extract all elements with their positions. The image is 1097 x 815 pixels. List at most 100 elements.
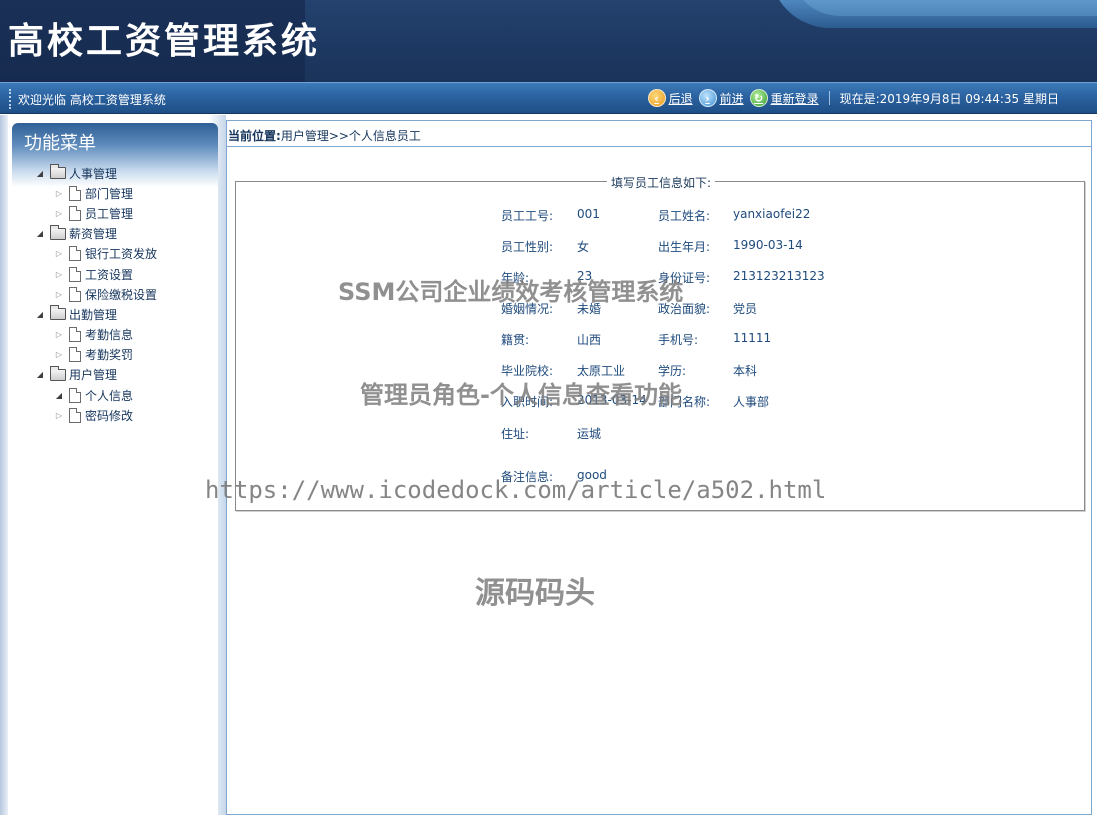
collapsed-triangle-icon: ▷ <box>55 269 63 279</box>
watermark-brand: 源码码头 <box>475 576 595 611</box>
expanded-triangle-icon[interactable]: ◢ <box>34 308 46 320</box>
phone-value: 11111 <box>733 331 772 345</box>
emp-name-label: 员工姓名: <box>658 209 711 223</box>
expanded-triangle-icon[interactable]: ◢ <box>34 228 46 240</box>
back-button[interactable]: ‹ 后退 <box>647 89 693 107</box>
native-label: 籍贯: <box>501 333 530 347</box>
employee-info-fieldset: 填写员工信息如下: 员工工号: 001 员工姓名: yanxiaofei22 员… <box>235 174 1085 511</box>
fieldset-legend: 填写员工信息如下: <box>607 174 716 191</box>
nav-bar: 欢迎光临 高校工资管理系统 ‹ 后退 › 前进 ↻ 重新登录 现在是:2019年… <box>0 82 1097 114</box>
nav-actions: ‹ 后退 › 前进 ↻ 重新登录 现在是:2019年9月8日 09:44:35 … <box>647 89 1059 107</box>
expanded-triangle-icon[interactable]: ◢ <box>34 167 46 179</box>
menu-item-label: 密码修改 <box>85 408 134 423</box>
menu-group-label: 出勤管理 <box>69 307 118 322</box>
file-icon <box>69 387 81 403</box>
forward-arrow-icon: › <box>698 89 717 107</box>
menu-item-label: 银行工资发放 <box>85 247 158 262</box>
menu-group-attendance[interactable]: ◢ 出勤管理 <box>34 304 157 324</box>
file-icon <box>69 185 81 201</box>
back-label: 后退 <box>668 91 693 106</box>
file-icon <box>69 246 81 262</box>
menu-group-user[interactable]: ◢ 用户管理 <box>34 365 157 385</box>
collapsed-triangle-icon: ▷ <box>55 410 63 420</box>
menu-item-attendance-info[interactable]: ▷ 考勤信息 <box>34 325 157 345</box>
folder-icon <box>50 224 66 240</box>
menu-item-salary-settings[interactable]: ▷ 工资设置 <box>34 264 157 284</box>
welcome-text: 欢迎光临 高校工资管理系统 <box>18 93 166 107</box>
collapsed-triangle-icon: ▷ <box>55 350 63 360</box>
main-content: 当前位置:用户管理>>个人信息员工 填写员工信息如下: 员工工号: 001 员工… <box>226 120 1092 815</box>
menu-item-insurance-tax[interactable]: ▷ 保险缴税设置 <box>34 284 157 304</box>
menu-item-personal-info[interactable]: ◢ 个人信息 <box>34 385 157 405</box>
menu-item-bank-payroll[interactable]: ▷ 银行工资发放 <box>34 244 157 264</box>
file-icon <box>69 286 81 302</box>
file-icon <box>69 327 81 343</box>
folder-icon <box>50 365 66 381</box>
emp-no-value: 001 <box>577 207 600 221</box>
watermark-url: https://www.icodedock.com/article/a502.h… <box>205 476 827 504</box>
sidebar-edge <box>0 115 8 815</box>
collapsed-triangle-icon: ▷ <box>55 289 63 299</box>
watermark-system-name: SSM公司企业绩效考核管理系统 <box>338 278 684 306</box>
menu-item-dept-manage[interactable]: ▷ 部门管理 <box>34 183 157 203</box>
menu-group-label: 用户管理 <box>69 368 118 383</box>
menu-title: 功能菜单 <box>24 133 96 154</box>
politics-value: 党员 <box>733 302 758 316</box>
breadcrumb-path: 用户管理>>个人信息员工 <box>280 129 421 143</box>
nav-divider <box>828 91 830 105</box>
back-arrow-icon: ‹ <box>647 89 666 107</box>
menu-group-salary[interactable]: ◢ 薪资管理 <box>34 224 157 244</box>
menu-group-label: 薪资管理 <box>69 227 118 242</box>
file-icon <box>69 347 81 363</box>
forward-label: 前进 <box>719 91 744 106</box>
app-title: 高校工资管理系统 <box>8 21 321 62</box>
native-value: 山西 <box>577 333 602 347</box>
menu-item-label: 考勤奖罚 <box>85 348 134 363</box>
relogin-icon: ↻ <box>749 89 768 107</box>
breadcrumb-prefix: 当前位置: <box>228 129 281 143</box>
address-label: 住址: <box>501 427 530 441</box>
breadcrumb: 当前位置:用户管理>>个人信息员工 <box>227 121 1091 147</box>
logo-panel: 高校工资管理系统 <box>0 0 317 82</box>
folder-icon <box>50 164 66 180</box>
menu-item-employee-manage[interactable]: ▷ 员工管理 <box>34 203 157 223</box>
collapsed-triangle-icon: ▷ <box>55 208 63 218</box>
phone-label: 手机号: <box>658 333 699 347</box>
birth-value: 1990-03-14 <box>733 238 803 252</box>
file-icon <box>69 407 81 423</box>
menu-item-label: 工资设置 <box>85 267 134 282</box>
grip-handle <box>9 89 12 109</box>
menu-item-label: 保险缴税设置 <box>85 287 158 302</box>
current-datetime: 现在是:2019年9月8日 09:44:35 星期日 <box>839 91 1059 106</box>
top-banner: 高校工资管理系统 <box>0 0 1097 82</box>
menu-item-label: 员工管理 <box>85 206 134 221</box>
menu-item-label: 部门管理 <box>85 186 134 201</box>
relogin-button[interactable]: ↻ 重新登录 <box>749 89 819 107</box>
expanded-triangle-icon[interactable]: ◢ <box>34 369 46 381</box>
menu-item-attendance-reward[interactable]: ▷ 考勤奖罚 <box>34 345 157 365</box>
file-icon <box>69 205 81 221</box>
emp-no-label: 员工工号: <box>501 209 554 223</box>
banner-decoration-highlight <box>790 0 1097 16</box>
menu-group-label: 人事管理 <box>69 166 118 181</box>
gender-value: 女 <box>577 240 590 254</box>
file-icon <box>69 266 81 282</box>
menu-item-label: 考勤信息 <box>85 328 134 343</box>
menu-item-password-change[interactable]: ▷ 密码修改 <box>34 405 157 425</box>
collapsed-triangle-icon: ▷ <box>55 330 63 340</box>
degree-value: 本科 <box>733 364 758 378</box>
menu-group-hr[interactable]: ◢ 人事管理 <box>34 163 157 183</box>
folder-icon <box>50 305 66 321</box>
collapsed-triangle-icon: ▷ <box>55 188 63 198</box>
expanded-triangle-icon: ◢ <box>55 390 63 400</box>
gender-label: 员工性别: <box>501 240 554 254</box>
emp-name-value: yanxiaofei22 <box>733 207 811 221</box>
address-value: 运城 <box>577 427 602 441</box>
forward-button[interactable]: › 前进 <box>698 89 744 107</box>
menu-tree: ◢ 人事管理 ▷ 部门管理 ▷ 员工管理 ◢ 薪资管理 ▷ 银行工资发放 ▷ 工… <box>34 163 157 425</box>
dept-value: 人事部 <box>733 395 770 409</box>
id-value: 213123213123 <box>733 269 825 283</box>
watermark-feature-name: 管理员角色-个人信息查看功能 <box>360 381 682 409</box>
relogin-label: 重新登录 <box>770 91 819 106</box>
menu-item-label: 个人信息 <box>85 388 134 403</box>
